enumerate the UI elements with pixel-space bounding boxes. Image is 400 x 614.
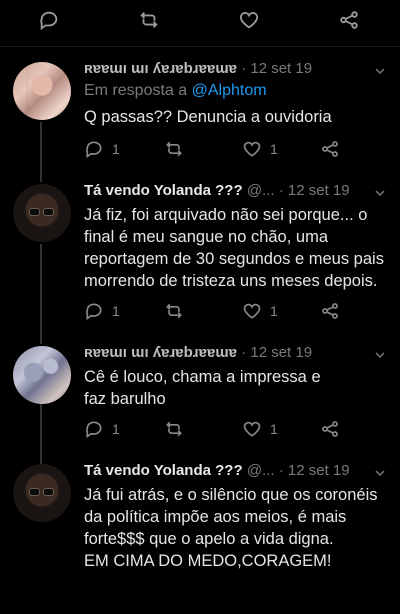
reply-icon: [84, 301, 104, 321]
retweet-button[interactable]: [164, 419, 184, 439]
tweet-date[interactable]: 12 set 19: [250, 60, 312, 77]
display-name[interactable]: ʀɐɐɯı ɯı ʎɐɹɐbɹɐɐɯɐ: [84, 60, 237, 77]
reply-context: Em resposta a @Alphtom: [84, 82, 267, 100]
retweet-icon[interactable]: [138, 9, 160, 31]
avatar[interactable]: [13, 464, 71, 522]
retweet-button[interactable]: [164, 301, 184, 321]
chevron-down-icon[interactable]: [374, 466, 386, 478]
reply-icon[interactable]: [38, 9, 60, 31]
tweet-date[interactable]: 12 set 19: [250, 344, 312, 361]
user-handle[interactable]: @...: [247, 182, 275, 199]
thread-line: [40, 244, 42, 344]
tweet-header: Tá vendo Yolanda ??? @... · 12 set 19: [84, 462, 350, 479]
tweet-text: Cê é louco, chama a impressa e faz barul…: [84, 368, 321, 408]
tweet-actions: 1 1: [84, 301, 384, 323]
reply-prefix: Em resposta a: [84, 82, 188, 99]
avatar[interactable]: [13, 346, 71, 404]
like-button[interactable]: 1: [242, 419, 278, 439]
retweet-button[interactable]: [164, 139, 184, 159]
like-count: 1: [270, 141, 278, 157]
like-count: 1: [270, 303, 278, 319]
retweet-icon: [164, 301, 184, 321]
chevron-down-icon[interactable]: [374, 186, 386, 198]
tweet-actions: 1 1: [84, 419, 384, 441]
heart-icon: [242, 419, 262, 439]
reply-button[interactable]: 1: [84, 419, 120, 439]
share-button[interactable]: [320, 139, 340, 159]
tweet-header: Tá vendo Yolanda ??? @... · 12 set 19: [84, 182, 350, 199]
display-name[interactable]: Tá vendo Yolanda ???: [84, 462, 243, 479]
tweet-text: Já fui atrás, e o silêncio que os coroné…: [84, 486, 378, 570]
thread-line: [40, 404, 42, 464]
share-icon: [320, 301, 340, 321]
share-button[interactable]: [320, 301, 340, 321]
share-icon: [320, 139, 340, 159]
reply-count: 1: [112, 421, 120, 437]
divider: [0, 46, 400, 47]
tweet-date[interactable]: 12 set 19: [288, 182, 350, 199]
display-name[interactable]: ʀɐɐɯı ɯı ʎɐɹɐbɹɐɐɯɐ: [84, 344, 237, 361]
avatar[interactable]: [13, 62, 71, 120]
heart-icon: [242, 139, 262, 159]
tweet-header: ʀɐɐɯı ɯı ʎɐɹɐbɹɐɐɯɐ · 12 set 19: [84, 344, 313, 361]
tweet-text: Q passas?? Denuncia a ouvidoria: [84, 108, 332, 126]
reply-count: 1: [112, 141, 120, 157]
tweet-header: ʀɐɐɯı ɯı ʎɐɹɐbɹɐɐɯɐ · 12 set 19: [84, 60, 313, 77]
reply-button[interactable]: 1: [84, 301, 120, 321]
avatar[interactable]: [13, 184, 71, 242]
reply-count: 1: [112, 303, 120, 319]
like-button[interactable]: 1: [242, 139, 278, 159]
retweet-icon: [164, 419, 184, 439]
heart-icon: [242, 301, 262, 321]
share-icon[interactable]: [338, 9, 360, 31]
reply-button[interactable]: 1: [84, 139, 120, 159]
retweet-icon: [164, 139, 184, 159]
heart-icon[interactable]: [238, 9, 260, 31]
display-name[interactable]: Tá vendo Yolanda ???: [84, 182, 243, 199]
reply-icon: [84, 419, 104, 439]
reply-mention[interactable]: @Alphtom: [192, 82, 267, 99]
chevron-down-icon[interactable]: [374, 64, 386, 76]
like-count: 1: [270, 421, 278, 437]
share-button[interactable]: [320, 419, 340, 439]
glasses-icon: [29, 488, 55, 496]
like-button[interactable]: 1: [242, 301, 278, 321]
glasses-icon: [29, 208, 55, 216]
chevron-down-icon[interactable]: [374, 348, 386, 360]
user-handle[interactable]: @...: [247, 462, 275, 479]
tweet-text: Já fiz, foi arquivado não sei porque... …: [84, 206, 384, 290]
share-icon: [320, 419, 340, 439]
tweet-actions: 1 1: [84, 139, 384, 161]
tweet-date[interactable]: 12 set 19: [288, 462, 350, 479]
top-action-bar: [0, 0, 400, 40]
thread-line: [40, 122, 42, 182]
reply-icon: [84, 139, 104, 159]
